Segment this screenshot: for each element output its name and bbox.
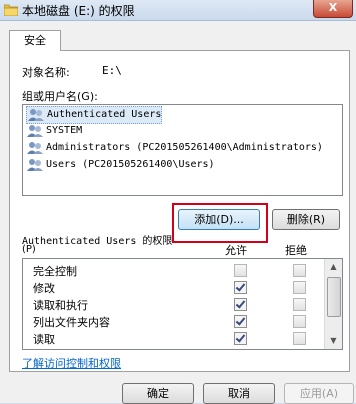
permission-list: 完全控制 修改 读取和执行 列出文件夹内容 读取 ▲ ▼: [22, 258, 343, 350]
allow-checkbox[interactable]: [234, 332, 247, 345]
user-item-system[interactable]: SYSTEM: [26, 123, 82, 139]
permission-name: 完全控制: [33, 265, 77, 278]
user-item-authenticated-users[interactable]: Authenticated Users: [26, 106, 163, 124]
allow-checkbox[interactable]: [234, 315, 247, 328]
ok-button[interactable]: 确定: [122, 383, 194, 404]
user-group-icon: [27, 159, 43, 171]
scroll-up-icon[interactable]: ▲: [325, 259, 342, 275]
user-list[interactable]: Authenticated Users SYSTEM Administrator…: [22, 104, 343, 196]
scroll-down-icon[interactable]: ▼: [325, 333, 342, 349]
tab-security[interactable]: 安全: [9, 30, 61, 51]
allow-checkbox[interactable]: [234, 298, 247, 311]
window-title: 本地磁盘 (E:) 的权限: [22, 4, 135, 18]
permission-name: 读取和执行: [33, 299, 88, 312]
apply-button[interactable]: 应用(A): [284, 383, 354, 404]
permission-scrollbar[interactable]: ▲ ▼: [324, 259, 342, 349]
permissions-dialog: 本地磁盘 (E:) 的权限 X 安全 对象名称: E:\ 组或用户名(G): A…: [0, 0, 356, 404]
remove-button[interactable]: 删除(R): [272, 209, 340, 230]
close-button[interactable]: X: [313, 0, 353, 18]
user-group-icon: [28, 109, 44, 121]
user-group-icon: [27, 125, 43, 137]
user-item-label: Authenticated Users: [47, 109, 162, 120]
permission-row-read-execute: 读取和执行: [23, 295, 324, 312]
user-item-label: SYSTEM: [46, 125, 83, 136]
deny-checkbox[interactable]: [293, 315, 306, 328]
user-item-label: Administrators (PC201505261400\Administr…: [46, 142, 323, 153]
permissions-heading: Authenticated Users 的权限: [22, 236, 173, 247]
help-link[interactable]: 了解访问控制和权限: [22, 355, 121, 371]
permission-row-full-control: 完全控制: [23, 261, 324, 278]
deny-checkbox[interactable]: [293, 264, 306, 277]
object-name-label: 对象名称:: [22, 66, 70, 79]
user-item-users[interactable]: Users (PC201505261400\Users): [26, 157, 215, 173]
permission-row-list-folder: 列出文件夹内容: [23, 312, 324, 329]
user-item-administrators[interactable]: Administrators (PC201505261400\Administr…: [26, 140, 323, 156]
permission-name: 读取: [33, 333, 55, 346]
user-item-label: Users (PC201505261400\Users): [46, 159, 215, 170]
deny-checkbox[interactable]: [293, 332, 306, 345]
deny-column-header: 拒绝: [285, 244, 307, 257]
permissions-heading-key: (P): [22, 244, 36, 255]
scroll-thumb[interactable]: [327, 277, 341, 317]
title-bar: 本地磁盘 (E:) 的权限 X: [0, 0, 356, 21]
object-name-value: E:\: [102, 64, 122, 77]
allow-checkbox[interactable]: [234, 264, 247, 277]
add-button[interactable]: 添加(D)...: [178, 209, 260, 230]
deny-checkbox[interactable]: [293, 298, 306, 311]
permission-row-read: 读取: [23, 329, 324, 346]
folder-icon: [4, 4, 18, 16]
permission-row-modify: 修改: [23, 278, 324, 295]
permission-name: 修改: [33, 282, 55, 295]
deny-checkbox[interactable]: [293, 281, 306, 294]
allow-checkbox[interactable]: [234, 281, 247, 294]
allow-column-header: 允许: [225, 244, 247, 257]
group-list-label: 组或用户名(G):: [22, 90, 98, 103]
user-group-icon: [27, 142, 43, 154]
permission-name: 列出文件夹内容: [33, 316, 110, 329]
cancel-button[interactable]: 取消: [203, 383, 275, 404]
